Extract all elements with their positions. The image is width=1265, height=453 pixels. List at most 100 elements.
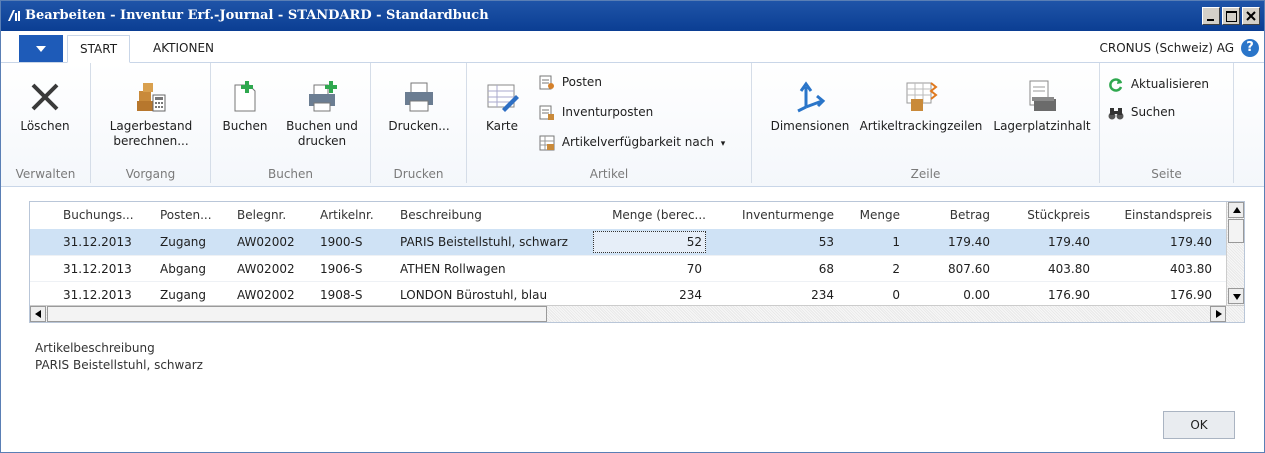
company-name: CRONUS (Schweiz) AG xyxy=(1099,41,1234,55)
app-menu-button[interactable] xyxy=(19,35,63,62)
cell-artikelnr[interactable]: 1908-S xyxy=(320,288,363,302)
buchen-button[interactable]: Buchen xyxy=(217,79,273,134)
loeschen-button[interactable]: Löschen xyxy=(5,79,85,134)
cell-beschreibung[interactable]: PARIS Beistellstuhl, schwarz xyxy=(400,235,568,249)
cell-buchungsdatum[interactable]: 31.12.2013 xyxy=(63,262,132,276)
cell-betrag[interactable]: 807.60 xyxy=(910,262,990,276)
window-title: Bearbeiten - Inventur Erf.-Journal - STA… xyxy=(25,8,489,23)
cell-menge-berechnet[interactable]: 52 xyxy=(596,235,702,249)
drucken-label: Drucken... xyxy=(388,119,450,133)
group-buchen: Buchen Buchen und drucken Buchen xyxy=(211,63,371,183)
table-row[interactable]: 31.12.2013 Zugang AW02002 1908-S LONDON … xyxy=(30,281,1227,307)
card-edit-icon xyxy=(487,84,519,112)
artikeltrackingzeilen-button[interactable]: Artikeltrackingzeilen xyxy=(854,79,988,134)
cell-belegnr[interactable]: AW02002 xyxy=(237,262,295,276)
column-header-belegnr[interactable]: Belegnr. xyxy=(237,208,286,222)
help-icon[interactable]: ? xyxy=(1241,39,1259,57)
lagerplatzinhalt-button[interactable]: Lagerplatzinhalt xyxy=(988,79,1096,134)
scroll-down-button[interactable] xyxy=(1228,288,1244,304)
grid-header: Buchungs... Posten... Belegnr. Artikelnr… xyxy=(30,202,1227,229)
cell-inventurmenge[interactable]: 68 xyxy=(724,262,834,276)
suchen-button[interactable]: Suchen xyxy=(1108,103,1175,123)
cell-stueckpreis[interactable]: 176.90 xyxy=(1000,288,1090,302)
maximize-button[interactable] xyxy=(1222,7,1240,25)
cell-stueckpreis[interactable]: 403.80 xyxy=(1000,262,1090,276)
cell-inventurmenge[interactable]: 234 xyxy=(724,288,834,302)
cell-menge[interactable]: 2 xyxy=(840,262,900,276)
column-header-stueckpreis[interactable]: Stückpreis xyxy=(1000,208,1090,222)
group-verwalten: Löschen Verwalten xyxy=(1,63,91,183)
lagerbestand-berechnen-button[interactable]: Lagerbestand berechnen... xyxy=(99,79,203,149)
cell-einstandspreis[interactable]: 403.80 xyxy=(1100,262,1212,276)
cell-betrag[interactable]: 0.00 xyxy=(910,288,990,302)
cell-menge[interactable]: 0 xyxy=(840,288,900,302)
tab-aktionen[interactable]: AKTIONEN xyxy=(141,35,226,63)
title-bar: Bearbeiten - Inventur Erf.-Journal - STA… xyxy=(1,1,1264,31)
cell-buchungsdatum[interactable]: 31.12.2013 xyxy=(63,235,132,249)
aktualisieren-button[interactable]: Aktualisieren xyxy=(1108,75,1209,95)
cell-inventurmenge[interactable]: 53 xyxy=(724,235,834,249)
column-header-inventurmenge[interactable]: Inventurmenge xyxy=(724,208,834,222)
posten-button[interactable]: Posten xyxy=(539,73,602,93)
table-row[interactable]: 31.12.2013 Abgang AW02002 1906-S ATHEN R… xyxy=(30,255,1227,281)
cell-buchungsdatum[interactable]: 31.12.2013 xyxy=(63,288,132,302)
item-description-value: PARIS Beistellstuhl, schwarz xyxy=(35,358,203,372)
column-header-einstandspreis[interactable]: Einstandspreis xyxy=(1100,208,1212,222)
cell-artikelnr[interactable]: 1900-S xyxy=(320,235,363,249)
cell-belegnr[interactable]: AW02002 xyxy=(237,288,295,302)
item-description-label: Artikelbeschreibung xyxy=(35,341,155,355)
cell-belegnr[interactable]: AW02002 xyxy=(237,235,295,249)
delete-x-icon xyxy=(31,83,59,111)
close-button[interactable] xyxy=(1242,7,1260,25)
column-header-menge-berechnet[interactable]: Menge (berec... xyxy=(596,208,706,222)
vertical-scroll-thumb[interactable] xyxy=(1228,219,1244,243)
cell-artikelnr[interactable]: 1906-S xyxy=(320,262,363,276)
table-row[interactable]: 31.12.2013 Zugang AW02002 1900-S PARIS B… xyxy=(30,229,1227,255)
vertical-scrollbar[interactable] xyxy=(1226,202,1244,306)
drucken-button[interactable]: Drucken... xyxy=(377,79,461,134)
minimize-button[interactable] xyxy=(1202,7,1220,25)
cell-menge-berechnet[interactable]: 70 xyxy=(596,262,702,276)
cell-beschreibung[interactable]: LONDON Bürostuhl, blau xyxy=(400,288,547,302)
karte-label: Karte xyxy=(485,119,519,133)
tab-start[interactable]: START xyxy=(67,35,131,63)
cell-betrag[interactable]: 179.40 xyxy=(910,235,990,249)
journal-grid[interactable]: Buchungs... Posten... Belegnr. Artikelnr… xyxy=(29,201,1245,323)
column-header-buchungsdatum[interactable]: Buchungs... xyxy=(63,208,134,222)
ribbon: Löschen Verwalten Lagerbestand berechnen… xyxy=(1,63,1264,187)
group-zeile: Dimensionen Artikeltrackingzeilen Lagerp… xyxy=(752,63,1100,183)
cell-stueckpreis[interactable]: 179.40 xyxy=(1000,235,1090,249)
column-header-beschreibung[interactable]: Beschreibung xyxy=(400,208,482,222)
cell-menge-berechnet[interactable]: 234 xyxy=(596,288,702,302)
cell-postenart[interactable]: Zugang xyxy=(160,235,206,249)
binoculars-icon xyxy=(1108,107,1124,119)
scroll-up-button[interactable] xyxy=(1228,202,1244,218)
ok-button[interactable]: OK xyxy=(1163,411,1235,439)
scroll-left-button[interactable] xyxy=(30,306,46,322)
cell-postenart[interactable]: Abgang xyxy=(160,262,206,276)
loeschen-label: Löschen xyxy=(20,119,70,133)
group-label-drucken: Drucken xyxy=(393,167,444,181)
column-header-menge[interactable]: Menge xyxy=(840,208,900,222)
horizontal-scrollbar[interactable] xyxy=(30,305,1244,322)
scroll-right-button[interactable] xyxy=(1210,306,1226,322)
cell-menge[interactable]: 1 xyxy=(840,235,900,249)
cell-beschreibung[interactable]: ATHEN Rollwagen xyxy=(400,262,506,276)
buchen-und-drucken-button[interactable]: Buchen und drucken xyxy=(277,79,367,149)
posten-label: Posten xyxy=(561,75,602,89)
cell-einstandspreis[interactable]: 176.90 xyxy=(1100,288,1212,302)
artikelverfuegbarkeit-dropdown[interactable]: Artikelverfügbarkeit nach ▾ xyxy=(539,133,725,153)
karte-button[interactable]: Karte xyxy=(477,79,527,134)
column-header-postenart[interactable]: Posten... xyxy=(160,208,212,222)
dimensionen-button[interactable]: Dimensionen xyxy=(762,79,858,134)
cell-postenart[interactable]: Zugang xyxy=(160,288,206,302)
horizontal-scroll-thumb[interactable] xyxy=(47,306,547,322)
column-header-betrag[interactable]: Betrag xyxy=(910,208,990,222)
buchen-drucken-label-2: drucken xyxy=(297,134,347,148)
suchen-label: Suchen xyxy=(1130,105,1176,119)
cell-einstandspreis[interactable]: 179.40 xyxy=(1100,235,1212,249)
chevron-down-icon: ▾ xyxy=(720,139,726,149)
inventurposten-button[interactable]: Inventurposten xyxy=(539,103,653,123)
post-document-icon xyxy=(234,81,256,112)
column-header-artikelnr[interactable]: Artikelnr. xyxy=(320,208,374,222)
